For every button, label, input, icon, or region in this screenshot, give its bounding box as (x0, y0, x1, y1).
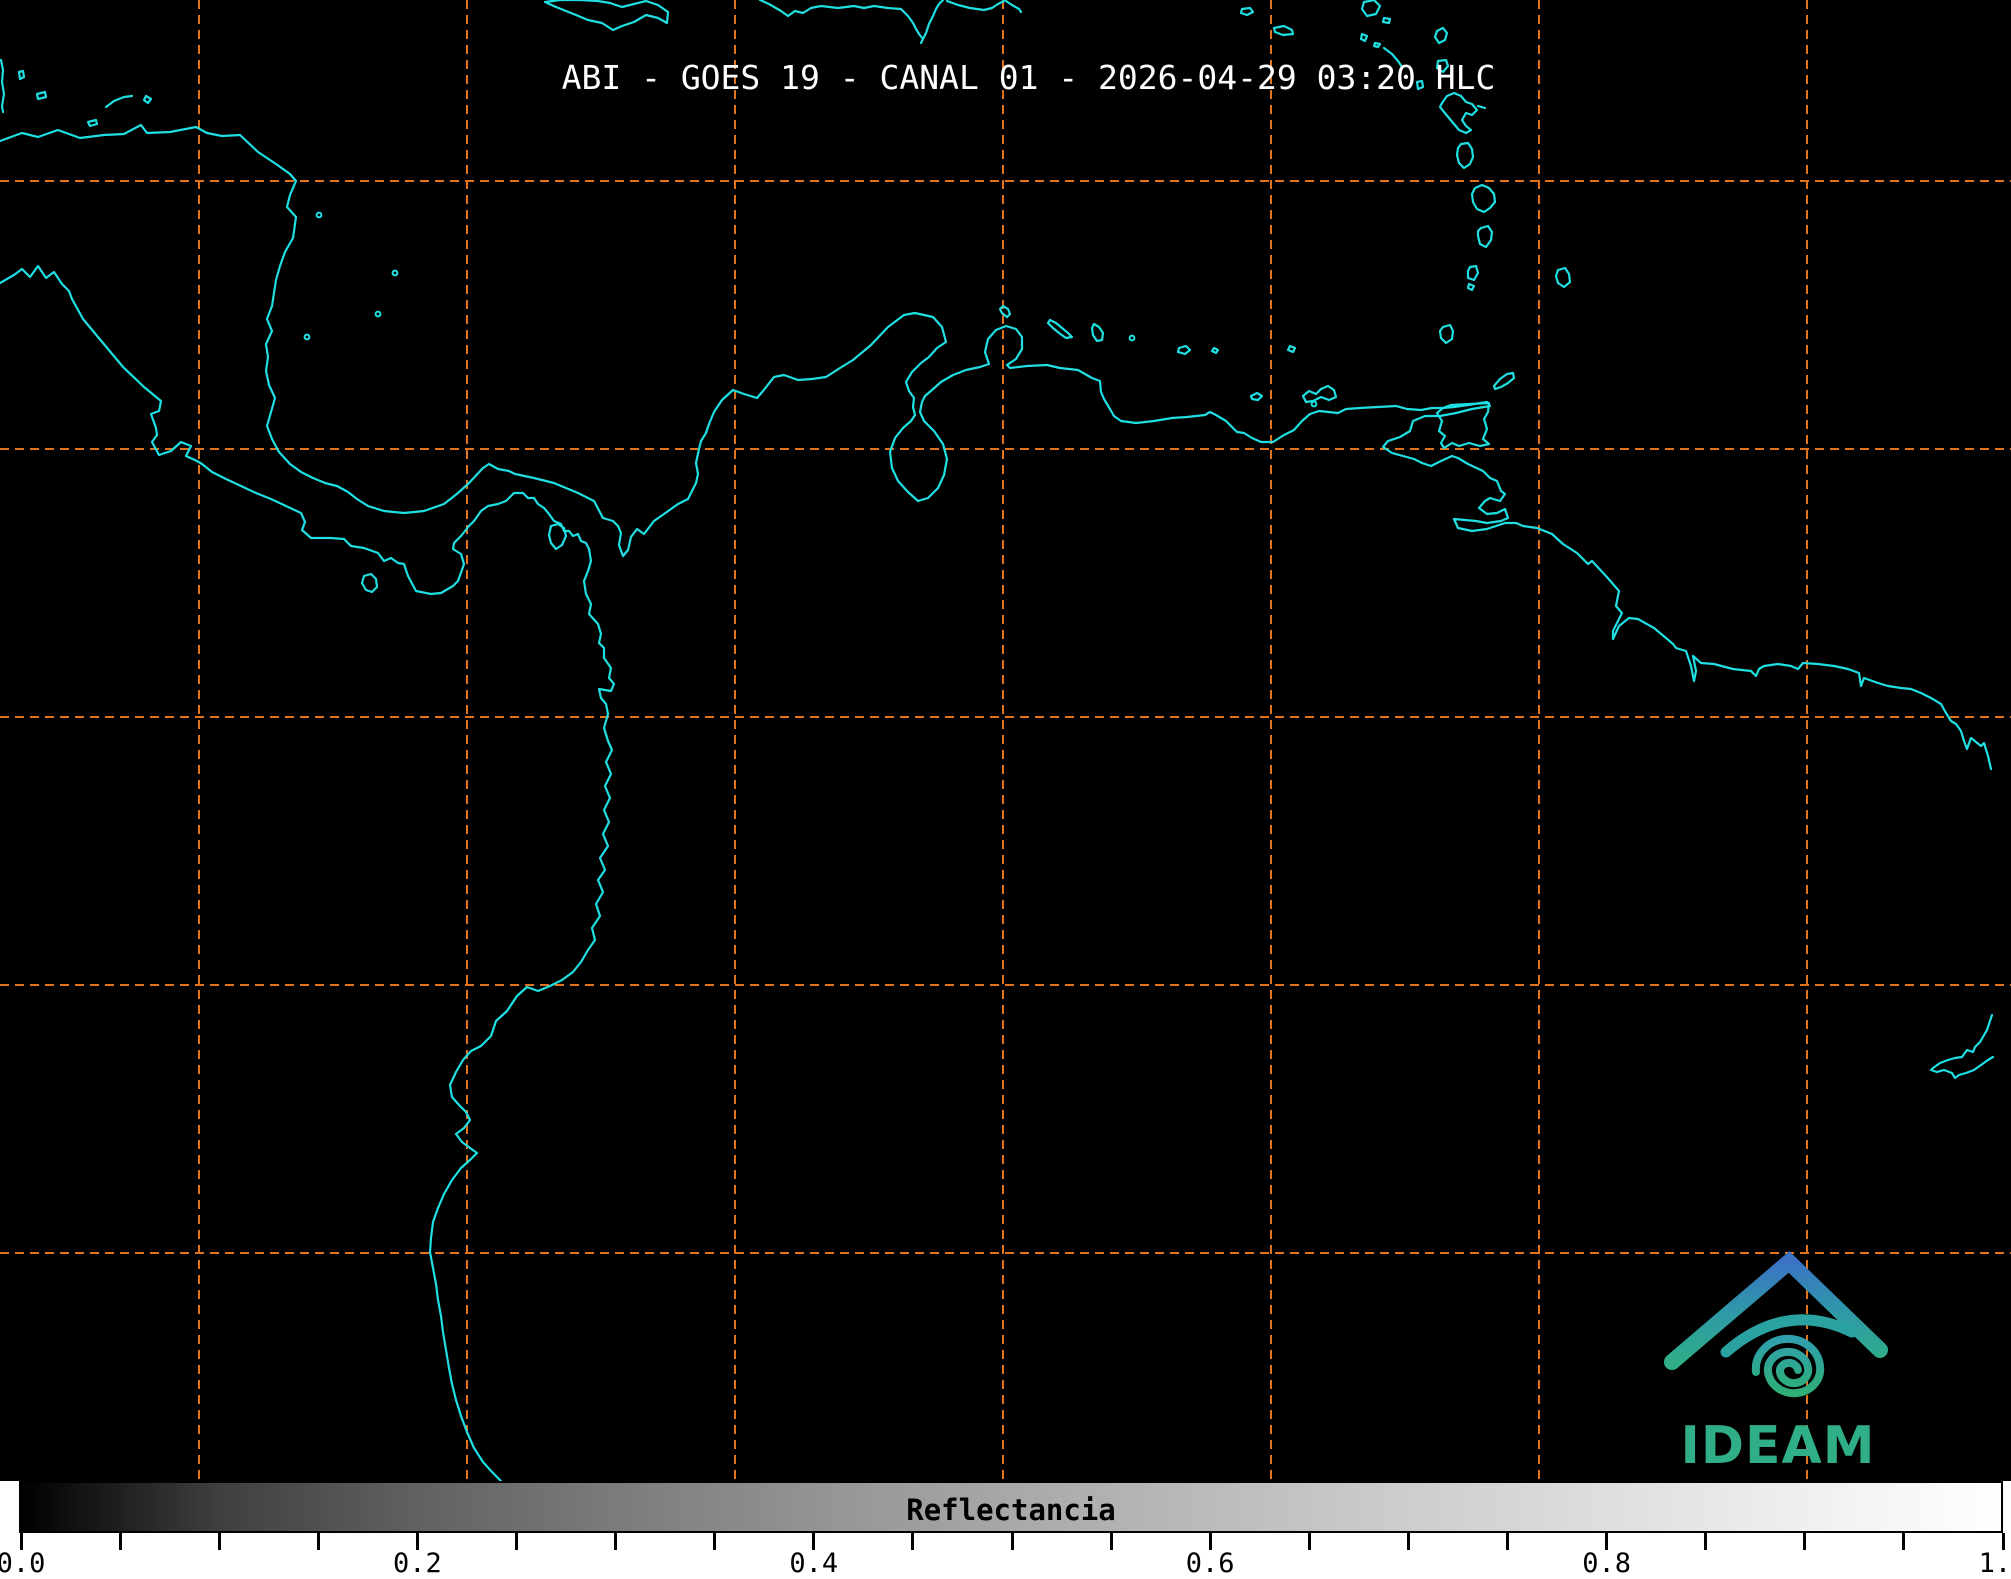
island-los-roques-a (1178, 346, 1190, 354)
island-st-vincent (1472, 185, 1495, 212)
island-dominica-north (1435, 28, 1447, 43)
island-roatan (106, 96, 132, 107)
product-title: ABI - GOES 19 - CANAL 01 - 2026-04-29 03… (0, 58, 2011, 97)
colorbar-tick (614, 1533, 617, 1550)
island-dot-corn-island-south (305, 335, 310, 340)
island-barbados (1556, 268, 1570, 287)
coastline-hispaniola-south-coast (760, 0, 943, 43)
ideam-logo: IDEAM (1650, 1245, 1910, 1480)
logo-swirl-icon (1756, 1339, 1820, 1393)
colorbar-tick (713, 1533, 716, 1550)
satellite-map-canvas: ABI - GOES 19 - CANAL 01 - 2026-04-29 03… (0, 0, 2011, 1481)
logo-text: IDEAM (1680, 1416, 1875, 1476)
island-aves-islet-b (1274, 26, 1293, 35)
colorbar-tick (1011, 1533, 1014, 1550)
island-dot-corn-island-north (317, 213, 322, 218)
logo-roof-icon (1672, 1262, 1880, 1362)
colorbar-tick (911, 1533, 914, 1550)
colorbar-tick (515, 1533, 518, 1550)
island-dot-la-orchila (1130, 336, 1135, 341)
colorbar-tick (317, 1533, 320, 1550)
colorbar-tick-label: 1.0 (1979, 1548, 2011, 1579)
island-curacao (1048, 320, 1072, 338)
island-utila (88, 120, 97, 126)
colorbar-tick (1308, 1533, 1311, 1550)
island-aruba (1000, 306, 1010, 317)
colorbar-tick (218, 1533, 221, 1550)
island-pearl-islands (549, 524, 566, 549)
island-trinidad (1437, 403, 1489, 448)
reflectance-colorbar: Reflectancia (19, 1481, 2003, 1533)
island-martinique (1440, 93, 1477, 133)
colorbar-tick-label: 0.2 (393, 1548, 442, 1579)
colorbar-tick (1902, 1533, 1905, 1550)
island-coiba (362, 574, 377, 592)
island-dot-providencia (393, 271, 398, 276)
island-bequia (1478, 226, 1492, 247)
island-tortuga (1251, 393, 1262, 400)
colorbar-tick-label: 0.4 (789, 1548, 838, 1579)
colorbar-tick (1110, 1533, 1113, 1550)
island-aves-islet-a (1241, 8, 1253, 15)
island-blanquilla (1288, 346, 1295, 352)
island-los-roques-b (1212, 348, 1218, 353)
island-islet-1362 (1361, 34, 1367, 41)
island-marie-galante (1383, 18, 1390, 23)
colorbar-label: Reflectancia (21, 1493, 2001, 1527)
island-tobago (1494, 373, 1514, 389)
island-dot-coche (1312, 402, 1317, 407)
colorbar-tick (119, 1533, 122, 1550)
colorbar-tick-label: 0.6 (1186, 1548, 1235, 1579)
coastline-top-edge-fragment-a (947, 1, 1004, 10)
colorbar-tick (1704, 1533, 1707, 1550)
island-dot-san-andres (376, 312, 381, 317)
island-st-lucia (1457, 143, 1473, 168)
colorbar-tick (1803, 1533, 1806, 1550)
island-grenadines-b (1468, 284, 1474, 290)
colorbar-tick (1407, 1533, 1410, 1550)
island-grenada (1440, 325, 1453, 343)
colorbar-tick-label: 0.8 (1582, 1548, 1631, 1579)
coastline-orinoco-estuary-right-edge (1931, 1015, 1993, 1078)
island-margarita (1303, 386, 1336, 402)
satellite-product-image: { "title": "ABI - GOES 19 - CANAL 01 - 2… (0, 0, 2011, 1577)
island-guadeloupe-bit (1362, 0, 1380, 16)
island-islet-1375 (1374, 43, 1380, 47)
coastline-jamaica-south-coast (545, 0, 668, 30)
island-martinique-dash (1478, 106, 1485, 108)
coastline-top-edge-fragment-b (1006, 1, 1021, 12)
island-grenadines-a (1468, 266, 1478, 280)
island-bonaire (1092, 324, 1103, 341)
island-guanaja (144, 96, 151, 103)
colorbar-tick (1506, 1533, 1509, 1550)
colorbar-tick-label: 0.0 (0, 1548, 45, 1579)
coastline-caribbean-mainland-coast (0, 125, 1991, 769)
